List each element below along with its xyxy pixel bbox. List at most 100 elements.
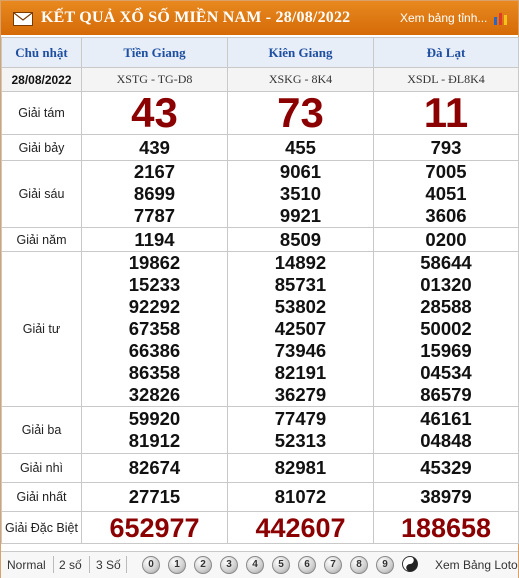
winning-number[interactable]: 2167: [82, 161, 227, 183]
digit-filter-ball[interactable]: 7: [324, 556, 342, 574]
winning-number[interactable]: 01320: [374, 274, 518, 296]
winning-number[interactable]: 53802: [228, 296, 373, 318]
prize-cell: 73: [227, 91, 374, 135]
winning-number[interactable]: 86579: [374, 384, 518, 406]
prize-row: Giải nhì 82674 82981 45329: [1, 453, 519, 483]
prize-cell: 43: [81, 91, 228, 135]
province-name[interactable]: Kiên Giang: [227, 37, 374, 68]
winning-number[interactable]: 46161: [374, 408, 518, 430]
prize-row: Giải ba 59920 81912 77479 52313 46161 04848: [1, 406, 519, 454]
prize-row: Giải Đặc Biệt 652977 442607 188658: [1, 511, 519, 544]
prize-cell: 442607: [227, 511, 374, 544]
winning-number[interactable]: 04534: [374, 362, 518, 384]
winning-number[interactable]: 85731: [228, 274, 373, 296]
winning-number[interactable]: 45329: [374, 457, 518, 479]
prize-cell: 45329: [373, 453, 519, 483]
winning-number[interactable]: 7005: [374, 161, 518, 183]
digit-filter-ball[interactable]: 4: [246, 556, 264, 574]
prize-cell: 652977: [81, 511, 228, 544]
digit-filter-ball[interactable]: 9: [376, 556, 394, 574]
prize-label: Giải Đặc Biệt: [1, 511, 82, 544]
winning-number[interactable]: 7787: [82, 205, 227, 227]
winning-number[interactable]: 15969: [374, 340, 518, 362]
results-title: KẾT QUẢ XỔ SỐ MIỀN NAM - 28/08/2022: [41, 9, 351, 26]
winning-number[interactable]: 1194: [82, 229, 227, 251]
winning-number[interactable]: 9061: [228, 161, 373, 183]
divider: [126, 556, 127, 573]
winning-number[interactable]: 442607: [228, 514, 373, 542]
winning-number[interactable]: 92292: [82, 296, 227, 318]
prize-cell: 455: [227, 134, 374, 161]
winning-number[interactable]: 11: [374, 92, 518, 134]
winning-number[interactable]: 38979: [374, 486, 518, 508]
winning-number[interactable]: 15233: [82, 274, 227, 296]
three-digit-button[interactable]: 3 Số: [96, 558, 121, 572]
winning-number[interactable]: 8699: [82, 183, 227, 205]
divider: [89, 556, 90, 573]
winning-number[interactable]: 82981: [228, 457, 373, 479]
winning-number[interactable]: 73946: [228, 340, 373, 362]
winning-number[interactable]: 19862: [82, 252, 227, 274]
prize-label: Giải bảy: [1, 134, 82, 161]
winning-number[interactable]: 81072: [228, 486, 373, 508]
winning-number[interactable]: 04848: [374, 430, 518, 452]
winning-number[interactable]: 73: [228, 92, 373, 134]
winning-number[interactable]: 188658: [374, 514, 518, 542]
digit-filter-ball[interactable]: 5: [272, 556, 290, 574]
winning-number[interactable]: 439: [82, 137, 227, 159]
prize-row: Giải nhất 27715 81072 38979: [1, 482, 519, 512]
winning-number[interactable]: 86358: [82, 362, 227, 384]
view-loto-table-link[interactable]: Xem Bảng Loto: [435, 558, 518, 572]
yin-yang-icon[interactable]: [402, 556, 418, 572]
winning-number[interactable]: 9921: [228, 205, 373, 227]
winning-number[interactable]: 77479: [228, 408, 373, 430]
digit-filter-ball[interactable]: 0: [142, 556, 160, 574]
winning-number[interactable]: 58644: [374, 252, 518, 274]
digit-filter-ball[interactable]: 3: [220, 556, 238, 574]
province-name[interactable]: Đà Lạt: [373, 37, 519, 68]
winning-number[interactable]: 43: [82, 92, 227, 134]
winning-number[interactable]: 50002: [374, 318, 518, 340]
winning-number[interactable]: 36279: [228, 384, 373, 406]
prize-row: Giải tư 19862 15233 92292 67358 66386 86358 328…: [1, 251, 519, 407]
winning-number[interactable]: 42507: [228, 318, 373, 340]
winning-number[interactable]: 32826: [82, 384, 227, 406]
mail-icon[interactable]: [13, 12, 33, 26]
prize-cell: 19862 15233 92292 67358 66386 86358 32826: [81, 251, 228, 407]
winning-number[interactable]: 793: [374, 137, 518, 159]
winning-number[interactable]: 4051: [374, 183, 518, 205]
winning-number[interactable]: 455: [228, 137, 373, 159]
winning-number[interactable]: 8509: [228, 229, 373, 251]
two-digit-button[interactable]: 2 số: [59, 558, 82, 572]
draw-date: 28/08/2022: [1, 67, 82, 92]
winning-number[interactable]: 81912: [82, 430, 227, 452]
winning-number[interactable]: 652977: [82, 514, 227, 542]
day-of-week: Chủ nhật: [1, 37, 82, 68]
digit-filter-ball[interactable]: 6: [298, 556, 316, 574]
view-provinces-link[interactable]: Xem bảng tỉnh...: [400, 11, 487, 25]
winning-number[interactable]: 28588: [374, 296, 518, 318]
winning-number[interactable]: 66386: [82, 340, 227, 362]
normal-mode-button[interactable]: Normal: [7, 558, 46, 572]
prize-row: Giải sáu 2167 8699 7787 9061 3510 9921 7005 4051…: [1, 160, 519, 228]
ticket-code: XSDL - ĐL8K4: [373, 67, 519, 92]
winning-number[interactable]: 27715: [82, 486, 227, 508]
results-panel: KẾT QUẢ XỔ SỐ MIỀN NAM - 28/08/2022 Xem …: [0, 0, 519, 578]
winning-number[interactable]: 82191: [228, 362, 373, 384]
digit-filter-ball[interactable]: 1: [168, 556, 186, 574]
divider: [53, 556, 54, 573]
prize-cell: 0200: [373, 227, 519, 252]
winning-number[interactable]: 3510: [228, 183, 373, 205]
winning-number[interactable]: 3606: [374, 205, 518, 227]
winning-number[interactable]: 0200: [374, 229, 518, 251]
digit-filter-ball[interactable]: 2: [194, 556, 212, 574]
winning-number[interactable]: 14892: [228, 252, 373, 274]
winning-number[interactable]: 82674: [82, 457, 227, 479]
digit-filter-ball[interactable]: 8: [350, 556, 368, 574]
winning-number[interactable]: 59920: [82, 408, 227, 430]
province-name[interactable]: Tiền Giang: [81, 37, 228, 68]
winning-number[interactable]: 67358: [82, 318, 227, 340]
stats-chart-icon[interactable]: [493, 11, 509, 25]
winning-number[interactable]: 52313: [228, 430, 373, 452]
prize-cell: 1194: [81, 227, 228, 252]
